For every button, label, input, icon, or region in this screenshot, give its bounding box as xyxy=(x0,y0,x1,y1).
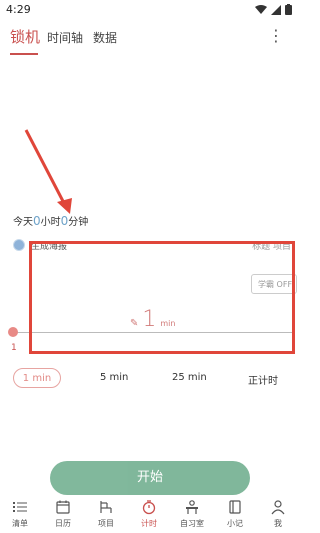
nav-label-calendar: 日历 xyxy=(55,519,71,528)
list-icon xyxy=(13,502,27,512)
nav-item-project[interactable]: 项目 xyxy=(86,499,126,529)
timer-icon xyxy=(142,500,156,515)
preset-25-min[interactable]: 25 min xyxy=(172,372,207,383)
nav-label-timer: 计时 xyxy=(141,519,157,528)
preset-5-min[interactable]: 5 min xyxy=(100,372,128,383)
nav-item-notes[interactable]: 小记 xyxy=(215,499,255,529)
tab-lock[interactable]: 锁机 xyxy=(10,26,40,47)
nav-item-list[interactable]: 清单 xyxy=(0,499,40,529)
nav-item-study-room[interactable]: 自习室 xyxy=(172,499,212,529)
nav-label-project: 项目 xyxy=(98,519,114,528)
today-hours-unit: 小时 xyxy=(40,217,61,228)
avatar xyxy=(13,239,25,251)
calendar-icon xyxy=(56,500,70,514)
duration-slider-thumb[interactable] xyxy=(8,327,18,337)
nav-item-calendar[interactable]: 日历 xyxy=(43,499,83,529)
slider-value-label: 1 xyxy=(11,343,17,353)
tab-timeline[interactable]: 时间轴 xyxy=(47,29,83,46)
today-hours: 0 xyxy=(33,214,41,228)
nav-label-notes: 小记 xyxy=(227,519,243,528)
today-minutes-unit: 分钟 xyxy=(68,217,89,228)
bottom-navigation: 清单 日历 项目 计时 自习室 小记 我 xyxy=(0,497,300,533)
active-tab-underline xyxy=(10,53,38,55)
status-bar: 4:29 xyxy=(0,0,300,20)
preset-count-up[interactable]: 正计时 xyxy=(248,372,278,387)
battery-icon xyxy=(285,4,292,15)
status-time: 4:29 xyxy=(6,3,31,16)
today-prefix: 今天 xyxy=(13,217,33,228)
nav-item-me[interactable]: 我 xyxy=(258,499,298,529)
duration-presets: 1 min 5 min 25 min 正计时 xyxy=(0,368,300,392)
annotation-highlight-box xyxy=(29,241,295,354)
wifi-icon xyxy=(255,4,267,14)
more-vertical-icon[interactable]: ⋮ xyxy=(268,28,284,44)
nav-label-study-room: 自习室 xyxy=(180,519,204,528)
today-focus-summary: 今天0小时0分钟 xyxy=(13,213,88,228)
nav-label-me: 我 xyxy=(274,519,282,528)
top-tab-bar: 锁机 时间轴 数据 ⋮ xyxy=(0,26,300,60)
nav-item-timer[interactable]: 计时 xyxy=(129,499,169,529)
status-icons xyxy=(255,4,292,15)
tab-data[interactable]: 数据 xyxy=(93,29,117,46)
profile-icon xyxy=(271,500,285,515)
study-room-icon xyxy=(186,500,198,514)
signal-icon xyxy=(271,4,281,15)
project-icon xyxy=(100,501,112,513)
nav-label-list: 清单 xyxy=(12,519,28,528)
start-button[interactable]: 开始 xyxy=(50,461,250,495)
notebook-icon xyxy=(229,500,241,514)
preset-1-min[interactable]: 1 min xyxy=(13,368,61,388)
